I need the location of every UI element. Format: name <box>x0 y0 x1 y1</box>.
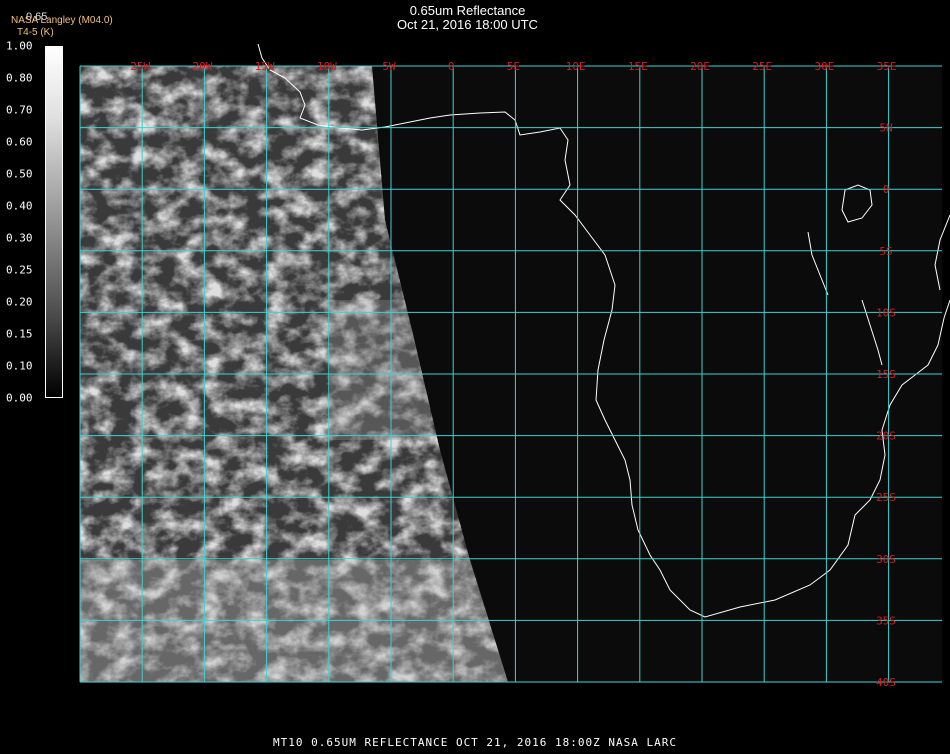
longitude-label: 30E <box>814 60 834 73</box>
longitude-label: 25W <box>130 60 150 73</box>
latitude-label: 10S <box>876 306 896 319</box>
latitude-label: 25S <box>876 491 896 504</box>
latitude-label: 30S <box>876 553 896 566</box>
longitude-label: 25E <box>752 60 772 73</box>
longitude-label: 10E <box>566 60 586 73</box>
latitude-label: 0 <box>883 183 890 196</box>
satellite-map: 25W 20W 15W 10W 5W 0 5E 10E 15E 20E 25E 30E 35E 5N 0 5S… <box>0 0 950 750</box>
latitude-label: 40S <box>876 676 896 689</box>
longitude-label: 0 <box>448 60 455 73</box>
latitude-label: 5N <box>879 122 892 135</box>
longitude-label: 5E <box>507 60 520 73</box>
longitude-label: 35E <box>877 60 897 73</box>
latitude-label: 5S <box>879 245 892 258</box>
map-canvas: 25W 20W 15W 10W 5W 0 5E 10E 15E 20E 25E 30E 35E 5N 0 5S… <box>79 43 950 689</box>
latitude-label: 15S <box>876 368 896 381</box>
latitude-label: 20S <box>876 430 896 443</box>
longitude-label: 5W <box>382 60 396 73</box>
longitude-label: 15E <box>628 60 648 73</box>
longitude-label: 15W <box>255 60 275 73</box>
longitude-label: 20W <box>192 60 212 73</box>
longitude-label: 20E <box>690 60 710 73</box>
latitude-label: 35S <box>876 614 896 627</box>
longitude-label: 10W <box>317 60 337 73</box>
footer-caption: MT10 0.65UM REFLECTANCE OCT 21, 2016 18:… <box>273 736 677 749</box>
